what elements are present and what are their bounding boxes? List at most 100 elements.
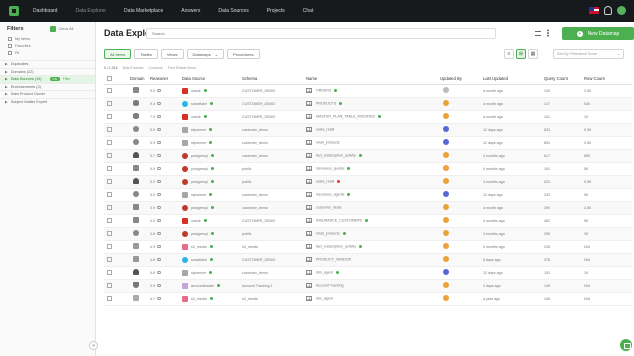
table-row[interactable]: 5.0 postgresql public sales_retail 4 months … [104, 175, 632, 189]
bulk-endorse-action[interactable]: Bulk Endorse [123, 66, 144, 70]
row-checkbox[interactable] [107, 166, 112, 171]
updated-by-avatar[interactable] [443, 178, 449, 184]
data-source-name[interactable]: postgresql [191, 179, 208, 183]
col-query-count[interactable]: Query Count [544, 73, 584, 85]
app-logo-icon[interactable] [9, 6, 19, 16]
row-checkbox[interactable] [107, 88, 112, 93]
find-similar-action[interactable]: Find Similar Items [168, 66, 196, 70]
data-source-name[interactable]: snowflake [191, 101, 207, 105]
table-row[interactable]: 4.7 s3_media s3_media dim_agent a year ago 14… [104, 292, 632, 306]
item-name-link[interactable]: ORDERS [316, 88, 331, 92]
data-source-name[interactable]: rdpserver [191, 140, 206, 144]
row-checkbox[interactable] [107, 244, 112, 249]
row-checkbox[interactable] [107, 283, 112, 288]
row-checkbox[interactable] [107, 140, 112, 145]
chat-bubble-icon[interactable] [620, 339, 632, 351]
table-row[interactable]: 5.0 rdpserver customer_demo insurance_agent… [104, 188, 632, 202]
table-row[interactable]: 4.0 oracle CUSTOMER_DEMO INSURANCE_CUSTOMER… [104, 214, 632, 228]
filter-section-domains[interactable]: ▶ Domains (22) [0, 67, 95, 76]
data-source-name[interactable]: snowflake [191, 257, 207, 261]
data-source-name[interactable]: postgresql [191, 153, 208, 157]
item-name-link[interactable]: dim_agent [316, 296, 333, 300]
table-row[interactable]: 4.6 postgresql public retail_products 4 mont… [104, 227, 632, 241]
data-source-name[interactable]: s3_media [191, 244, 207, 248]
updated-by-avatar[interactable] [443, 165, 449, 171]
updated-by-avatar[interactable] [443, 295, 449, 301]
col-name[interactable]: Name [306, 73, 440, 85]
table-row[interactable]: 9.9 postgresql public insurance_quotes 4 mon… [104, 162, 632, 176]
tab-procedures[interactable]: Procedures [227, 49, 260, 59]
item-name-link[interactable]: retail_products [316, 140, 340, 144]
filter-section-duplicates[interactable]: ▶ Duplicates [0, 60, 95, 68]
tab-all-items[interactable]: All Items [104, 49, 132, 59]
filter-section-data-product-owner[interactable]: ▶ Data Product Owner [0, 90, 95, 98]
updated-by-avatar[interactable] [443, 269, 449, 275]
tab-views[interactable]: Views [160, 49, 184, 59]
filter-my-items[interactable]: My items [0, 35, 95, 42]
row-checkbox[interactable] [107, 127, 112, 132]
data-source-name[interactable]: s3_media [191, 296, 207, 300]
table-row[interactable]: 3.9 accounttrackin Account Tracking 1 Accou… [104, 279, 632, 293]
row-checkbox[interactable] [107, 101, 112, 106]
updated-by-avatar[interactable] [443, 256, 449, 262]
new-datamap-button[interactable]: + New Datamap [562, 27, 634, 40]
data-source-name[interactable]: postgresql [191, 231, 208, 235]
item-name-link[interactable]: PRODUCTS [316, 101, 336, 105]
table-row[interactable]: 9.4 snowflake CUSTOMER_DEMO PRODUCTS a month… [104, 97, 632, 111]
checkbox[interactable] [8, 43, 12, 48]
data-source-name[interactable]: oracle [191, 114, 201, 118]
select-all-checkbox[interactable] [107, 76, 112, 81]
search-input[interactable] [146, 28, 496, 39]
table-row[interactable]: 5.5 rdpserver customer_demo sales_retail 12 … [104, 123, 632, 137]
col-schema[interactable]: Schema [242, 73, 306, 85]
row-checkbox[interactable] [107, 114, 112, 119]
notification-bell-icon[interactable] [604, 6, 612, 15]
data-source-name[interactable]: oracle [191, 88, 201, 92]
data-source-name[interactable]: postgresql [191, 166, 208, 170]
item-name-link[interactable]: retail_products [316, 231, 340, 235]
row-checkbox[interactable] [107, 296, 112, 301]
nav-data-sources[interactable]: Data Sources [218, 8, 248, 14]
col-domain[interactable]: Domain [130, 73, 150, 85]
filter-section-endorsements[interactable]: ▶ Endorsements (3) [0, 82, 95, 91]
filter-on-badge[interactable]: ON [49, 77, 61, 82]
col-updated-by[interactable]: Updated By [440, 73, 483, 85]
item-name-link[interactable]: INSURANCE_CUSTOMERS [316, 218, 362, 222]
filter-lines-icon[interactable] [535, 31, 541, 36]
item-name-link[interactable]: sales_retail [316, 127, 334, 131]
data-source-name[interactable]: oracle [191, 218, 201, 222]
updated-by-avatar[interactable] [443, 152, 449, 158]
updated-by-avatar[interactable] [443, 230, 449, 236]
table-row[interactable]: 4.9 s3_media s3_media fact_subscription_act… [104, 240, 632, 254]
row-checkbox[interactable] [107, 153, 112, 158]
nav-answers[interactable]: Answers [181, 8, 200, 14]
row-checkbox[interactable] [107, 270, 112, 275]
updated-by-avatar[interactable] [443, 87, 449, 93]
more-options-icon[interactable] [547, 29, 549, 37]
item-name-link[interactable]: sales_retail [316, 179, 334, 183]
data-source-name[interactable]: rdpserver [191, 192, 206, 196]
item-name-link[interactable]: fact_subscription_activity [316, 153, 356, 157]
updated-by-avatar[interactable] [443, 282, 449, 288]
sort-select[interactable]: Sort By: Relevance Score ⌄ [553, 49, 624, 59]
filter-favorites[interactable]: Favorites [0, 42, 95, 49]
nav-projects[interactable]: Projects [267, 8, 285, 14]
updated-by-avatar[interactable] [443, 139, 449, 145]
data-source-name[interactable]: postgresql [191, 205, 208, 209]
table-row[interactable]: 5.7 postgresql customer_demo fact_subscript… [104, 149, 632, 163]
filter-pii[interactable]: Pii [0, 49, 95, 56]
table-row[interactable]: 4.8 rdpserver customer_demo dim_agent 12 day… [104, 266, 632, 280]
checkbox[interactable] [8, 50, 12, 55]
item-name-link[interactable]: dim_agent [316, 270, 333, 274]
data-source-name[interactable]: accounttrackin [191, 283, 214, 287]
nav-dashboard[interactable]: Dashboard [33, 8, 57, 14]
list-view-icon[interactable]: ≡ [504, 49, 514, 59]
row-checkbox[interactable] [107, 205, 112, 210]
table-row[interactable]: 5.9 rdpserver customer_demo retail_products… [104, 136, 632, 150]
col-row-count[interactable]: Row Count [584, 73, 632, 85]
table-row[interactable]: 7.9 oracle CUSTOMER_DEMO MASTER_PLAN_TABLE_… [104, 110, 632, 124]
updated-by-avatar[interactable] [443, 113, 449, 119]
col-reasoner[interactable]: Reasoner [150, 73, 182, 85]
item-name-link[interactable]: MASTER_PLAN_TABLE_MODIFIED [316, 114, 375, 118]
item-name-link[interactable]: insurance_quotes [316, 166, 344, 170]
